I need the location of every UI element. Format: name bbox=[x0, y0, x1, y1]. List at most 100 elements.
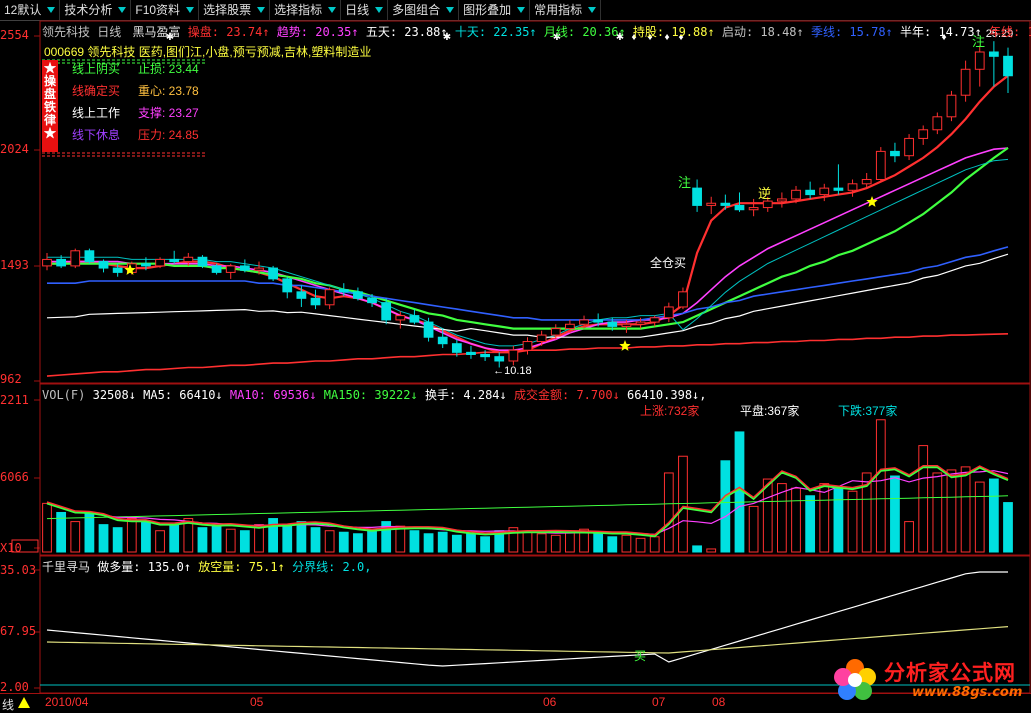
volume-bar-15 bbox=[254, 524, 264, 553]
candle-body-16 bbox=[268, 267, 278, 280]
volume-bar-14 bbox=[239, 530, 250, 553]
volume-bar-67 bbox=[988, 478, 999, 553]
market-stat-1: 平盘:367家 bbox=[740, 404, 800, 418]
volume-value-4: 换手: 4.284↓ bbox=[417, 388, 507, 402]
candle-body-0 bbox=[42, 258, 52, 267]
series-1 bbox=[47, 147, 1009, 352]
volume-bar-29 bbox=[451, 534, 462, 553]
legend-level-1: 重心: 23.78 bbox=[138, 84, 199, 98]
x-axis-corner: 线 bbox=[2, 698, 15, 712]
volume-bar-55 bbox=[819, 483, 830, 553]
star-icon-3 bbox=[866, 196, 878, 207]
volume-bar-59 bbox=[875, 419, 886, 553]
candle-body-21 bbox=[338, 289, 349, 293]
volume-bar-47 bbox=[706, 548, 717, 553]
indicator-tick-2: 2.00 bbox=[0, 680, 29, 694]
volume-bar-23 bbox=[367, 528, 377, 553]
candle-body-62 bbox=[918, 129, 929, 139]
stock-name: 领先科技 bbox=[42, 25, 91, 39]
candle-body-33 bbox=[508, 349, 519, 362]
candle-body-23 bbox=[367, 297, 377, 304]
candle-body-18 bbox=[296, 291, 307, 299]
candle-body-19 bbox=[310, 297, 321, 306]
volume-bar-13 bbox=[225, 528, 236, 553]
volume-bar-30 bbox=[466, 533, 476, 553]
header-value-8: 半年: 14.73↑ bbox=[892, 25, 982, 39]
volume-bar-39 bbox=[593, 533, 604, 553]
candle-body-37 bbox=[565, 323, 575, 330]
candle-body-52 bbox=[777, 198, 787, 202]
indicator-values: 做多量: 135.0↑ 放空量: 75.1↑ 分界线: 2.0, bbox=[97, 560, 371, 574]
star-icon-2 bbox=[619, 340, 631, 351]
volume-bar-63 bbox=[932, 472, 943, 553]
indicator-title: 千里寻马 bbox=[42, 560, 91, 574]
header-value-3: 十天: 22.35↑ bbox=[447, 25, 537, 39]
candle-body-42 bbox=[635, 321, 646, 325]
candle-body-9 bbox=[169, 258, 180, 263]
candle-body-41 bbox=[621, 323, 632, 327]
volume-bar-54 bbox=[805, 495, 816, 553]
candle-body-27 bbox=[423, 321, 434, 338]
x-tick-4: 08 bbox=[712, 695, 726, 709]
volume-bar-12 bbox=[211, 525, 222, 553]
header-value-5: 持股: 19.88↑ bbox=[625, 25, 715, 39]
candle-body-53 bbox=[791, 189, 801, 200]
price-tick-3: 962 bbox=[0, 372, 22, 386]
volume-bar-9 bbox=[169, 524, 180, 553]
volume-values: 32508↓ MA5: 66410↓ MA10: 69536↓ MA150: 3… bbox=[93, 388, 707, 402]
volume-bar-60 bbox=[890, 475, 900, 553]
volume-bar-50 bbox=[748, 505, 759, 553]
candle-body-10 bbox=[183, 256, 194, 263]
volume-bar-5 bbox=[112, 527, 123, 553]
volume-bar-26 bbox=[409, 530, 420, 553]
volume-bar-7 bbox=[141, 521, 151, 553]
candle-body-54 bbox=[805, 189, 816, 196]
candle-body-49 bbox=[734, 204, 745, 211]
volume-bar-46 bbox=[692, 545, 702, 553]
candle-body-45 bbox=[678, 291, 688, 308]
x-tick-0: 2010/04 bbox=[45, 695, 89, 709]
volume-bar-57 bbox=[847, 490, 858, 553]
watermark-title: 分析家公式网 bbox=[884, 661, 1016, 685]
candle-body-50 bbox=[748, 207, 759, 211]
candle-body-61 bbox=[904, 137, 914, 157]
triangle-icon[interactable] bbox=[18, 697, 30, 708]
annotation-buy-signal: 全仓买 bbox=[650, 255, 686, 270]
volume-bar-64 bbox=[946, 469, 957, 553]
price-tick-2: 1493 bbox=[0, 258, 29, 272]
annotation-low: ←10.18 bbox=[493, 365, 532, 377]
volume-bar-18 bbox=[296, 521, 307, 553]
volume-value-0: 32508↓ bbox=[92, 388, 136, 402]
volume-bar-4 bbox=[98, 524, 109, 553]
x-tick-3: 07 bbox=[652, 695, 666, 709]
volume-bar-44 bbox=[663, 472, 674, 553]
volume-bar-42 bbox=[635, 537, 646, 553]
candle-body-36 bbox=[550, 328, 561, 336]
indicator-long-line bbox=[46, 571, 1008, 667]
volume-bar-48 bbox=[720, 460, 731, 553]
candle-body-59 bbox=[875, 150, 886, 180]
volume-value-3: MA150: 39222↓ bbox=[316, 388, 418, 402]
candle-body-39 bbox=[593, 319, 604, 323]
header-values: 操盘: 23.74↑ 趋势: 20.35↑ 五天: 23.88↑ 十天: 22.… bbox=[188, 25, 1031, 39]
candle-body-60 bbox=[890, 150, 900, 157]
volume-bar-19 bbox=[310, 527, 321, 553]
candle-body-64 bbox=[946, 94, 957, 118]
market-stat-0: 上涨:732家 bbox=[640, 404, 700, 418]
volume-bar-21 bbox=[338, 531, 349, 553]
candle-body-28 bbox=[437, 336, 448, 345]
volume-bar-16 bbox=[268, 518, 278, 553]
volume-bar-3 bbox=[84, 513, 95, 553]
annotation-zhu-mid: 注 bbox=[678, 175, 691, 190]
header-value-2: 五天: 23.88↑ bbox=[358, 25, 448, 39]
volume-bar-51 bbox=[762, 478, 773, 553]
volume-bar-45 bbox=[678, 455, 688, 553]
indicator-short-line bbox=[46, 626, 1009, 654]
candle-body-3 bbox=[84, 250, 95, 263]
candle-body-34 bbox=[522, 341, 533, 351]
header-value-4: 月线: 20.36↑ bbox=[536, 25, 626, 39]
volume-bar-22 bbox=[353, 533, 363, 553]
volume-value-5: 成交金额: 7.700↓ bbox=[506, 388, 620, 402]
candle-body-44 bbox=[663, 306, 674, 319]
candle-body-14 bbox=[239, 265, 250, 271]
